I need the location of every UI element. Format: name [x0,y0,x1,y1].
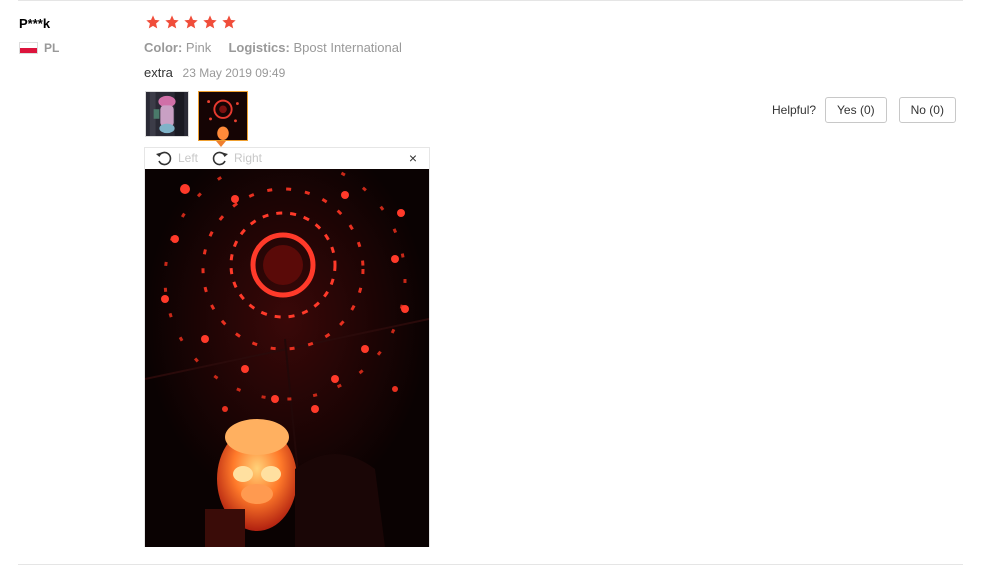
helpful-yes-button[interactable]: Yes (0) [825,97,887,123]
review-text: extra [144,65,173,80]
rotate-right-button[interactable]: Right [211,150,262,166]
helpful-no-button[interactable]: No (0) [898,97,956,123]
photo-viewer: Left Right × [144,147,430,547]
star-rating [145,14,240,30]
order-attributes: Color: Pink Logistics: Bpost Internation… [144,40,402,55]
close-viewer-button[interactable]: × [409,150,417,166]
review-body: extra 23 May 2019 09:49 [144,65,285,80]
photo-thumbnail[interactable] [145,91,189,137]
star-icon [146,15,160,29]
poland-flag-icon [19,42,38,54]
helpful-label: Helpful? [772,103,817,117]
star-icon [203,15,217,29]
photo-thumbnails [145,91,257,141]
rotate-left-icon [156,151,172,166]
helpful-section: Helpful? Yes (0) No (0) [772,97,956,123]
viewer-toolbar: Left Right × [145,148,429,169]
rotate-left-label: Left [178,151,199,165]
logistics-label: Logistics: [228,40,290,55]
photo-thumbnail-selected[interactable] [198,91,248,141]
star-icon [222,15,236,29]
color-value: Pink [185,40,212,55]
review-date: 23 May 2019 09:49 [182,66,286,80]
rotate-left-button[interactable]: Left [155,150,198,166]
top-divider [18,0,963,1]
review-photo [145,169,429,547]
star-icon [184,15,198,29]
star-icon [165,15,179,29]
color-label: Color: [144,40,183,55]
logistics-value: Bpost International [293,40,402,55]
reviewer-name: P***k [19,16,51,31]
country-code: PL [44,41,60,55]
reviewer-country: PL [19,41,59,55]
bottom-divider [18,564,963,565]
rotate-right-label: Right [234,151,263,165]
rotate-right-icon [212,151,228,166]
